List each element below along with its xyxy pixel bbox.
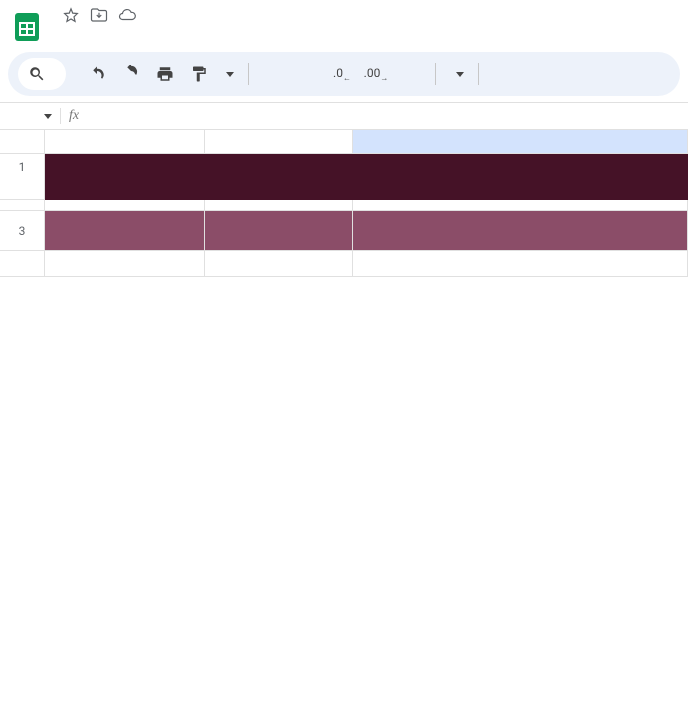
column-header-b[interactable] (205, 130, 353, 153)
fx-icon: fx (60, 108, 87, 124)
caret-down-icon (44, 114, 52, 119)
undo-button[interactable] (82, 59, 112, 89)
font-select[interactable] (446, 72, 468, 77)
caret-down-icon (456, 72, 464, 77)
number-format-button[interactable] (395, 59, 425, 89)
percent-button[interactable] (293, 59, 323, 89)
zoom-select[interactable] (218, 72, 238, 77)
print-button[interactable] (150, 59, 180, 89)
row-header[interactable]: 1 (0, 154, 45, 199)
name-box[interactable] (0, 114, 60, 119)
row-header[interactable]: 3 (0, 211, 45, 250)
cloud-icon[interactable] (118, 6, 136, 28)
header-student-name[interactable] (45, 211, 205, 250)
row-header[interactable] (0, 251, 45, 276)
select-all-corner[interactable] (0, 130, 45, 153)
redo-button[interactable] (116, 59, 146, 89)
header-assignment-submitted[interactable] (205, 211, 353, 250)
star-icon[interactable] (62, 6, 80, 28)
decrease-decimal-button[interactable]: .0← (327, 59, 357, 89)
currency-button[interactable] (259, 59, 289, 89)
banner-title (45, 154, 205, 200)
cell[interactable] (353, 200, 688, 210)
banner-title (205, 154, 688, 200)
cell[interactable] (205, 251, 353, 276)
cell[interactable] (353, 251, 688, 276)
caret-down-icon (226, 72, 234, 77)
row-header[interactable] (0, 200, 45, 210)
sheets-logo[interactable] (8, 8, 46, 46)
cell[interactable] (205, 200, 353, 210)
increase-decimal-button[interactable]: .00→ (361, 59, 391, 89)
cell[interactable] (45, 200, 205, 210)
move-icon[interactable] (90, 6, 108, 28)
menus-search[interactable] (18, 58, 66, 90)
header-submission-date[interactable] (353, 211, 688, 250)
paint-format-button[interactable] (184, 59, 214, 89)
cell[interactable] (45, 251, 205, 276)
toolbar: .0← .00→ (8, 52, 680, 96)
column-header-a[interactable] (45, 130, 205, 153)
column-header-c[interactable] (353, 130, 688, 153)
